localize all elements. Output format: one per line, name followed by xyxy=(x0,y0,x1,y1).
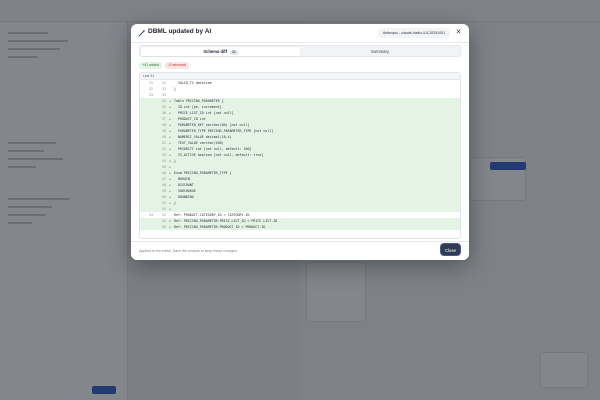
dialog-footer: Applied to the editor. Save the module t… xyxy=(131,241,469,260)
dialog-tabs: Schema diff 41 Summary xyxy=(139,45,461,57)
tab-count-badge: 41 xyxy=(229,50,238,55)
diff-code: Ref: PRICING_PARAMETER.PRODUCT_ID > PROD… xyxy=(174,225,266,229)
dialog-header: DBML updated by AI Anthropic - claude-ha… xyxy=(131,24,469,43)
close-button[interactable]: Close xyxy=(440,243,461,256)
diff-viewer[interactable]: Line 31 31 31 VALID_TS datetime 32 32} 33 33 3… xyxy=(139,72,461,239)
new-line-number: 55 xyxy=(162,225,166,229)
tab-summary[interactable]: Summary xyxy=(300,47,460,56)
magic-wand-icon xyxy=(138,29,146,37)
removed-count-badge: -0 removed xyxy=(165,62,190,69)
model-badge: Anthropic - claude-haiku-4-5-20251001 xyxy=(378,28,450,38)
close-icon[interactable]: ✕ xyxy=(454,28,463,37)
tab-label: Schema diff xyxy=(203,49,227,54)
tab-schema-diff[interactable]: Schema diff 41 xyxy=(141,47,300,56)
diff-lines: 31 31 VALID_TS datetime 32 32} 33 33 34 + Table … xyxy=(140,80,460,238)
diff-marker: + xyxy=(169,225,171,229)
dialog-title: DBML updated by AI xyxy=(148,28,212,35)
footer-note: Applied to the editor. Save the module t… xyxy=(139,249,238,253)
diff-location: Line 31 xyxy=(140,73,460,80)
diff-line: 55 + Ref: PRICING_PARAMETER.PRODUCT_ID > P… xyxy=(140,224,460,230)
added-count-badge: +41 added xyxy=(139,62,163,69)
dbml-update-dialog: DBML updated by AI Anthropic - claude-ha… xyxy=(131,24,469,260)
